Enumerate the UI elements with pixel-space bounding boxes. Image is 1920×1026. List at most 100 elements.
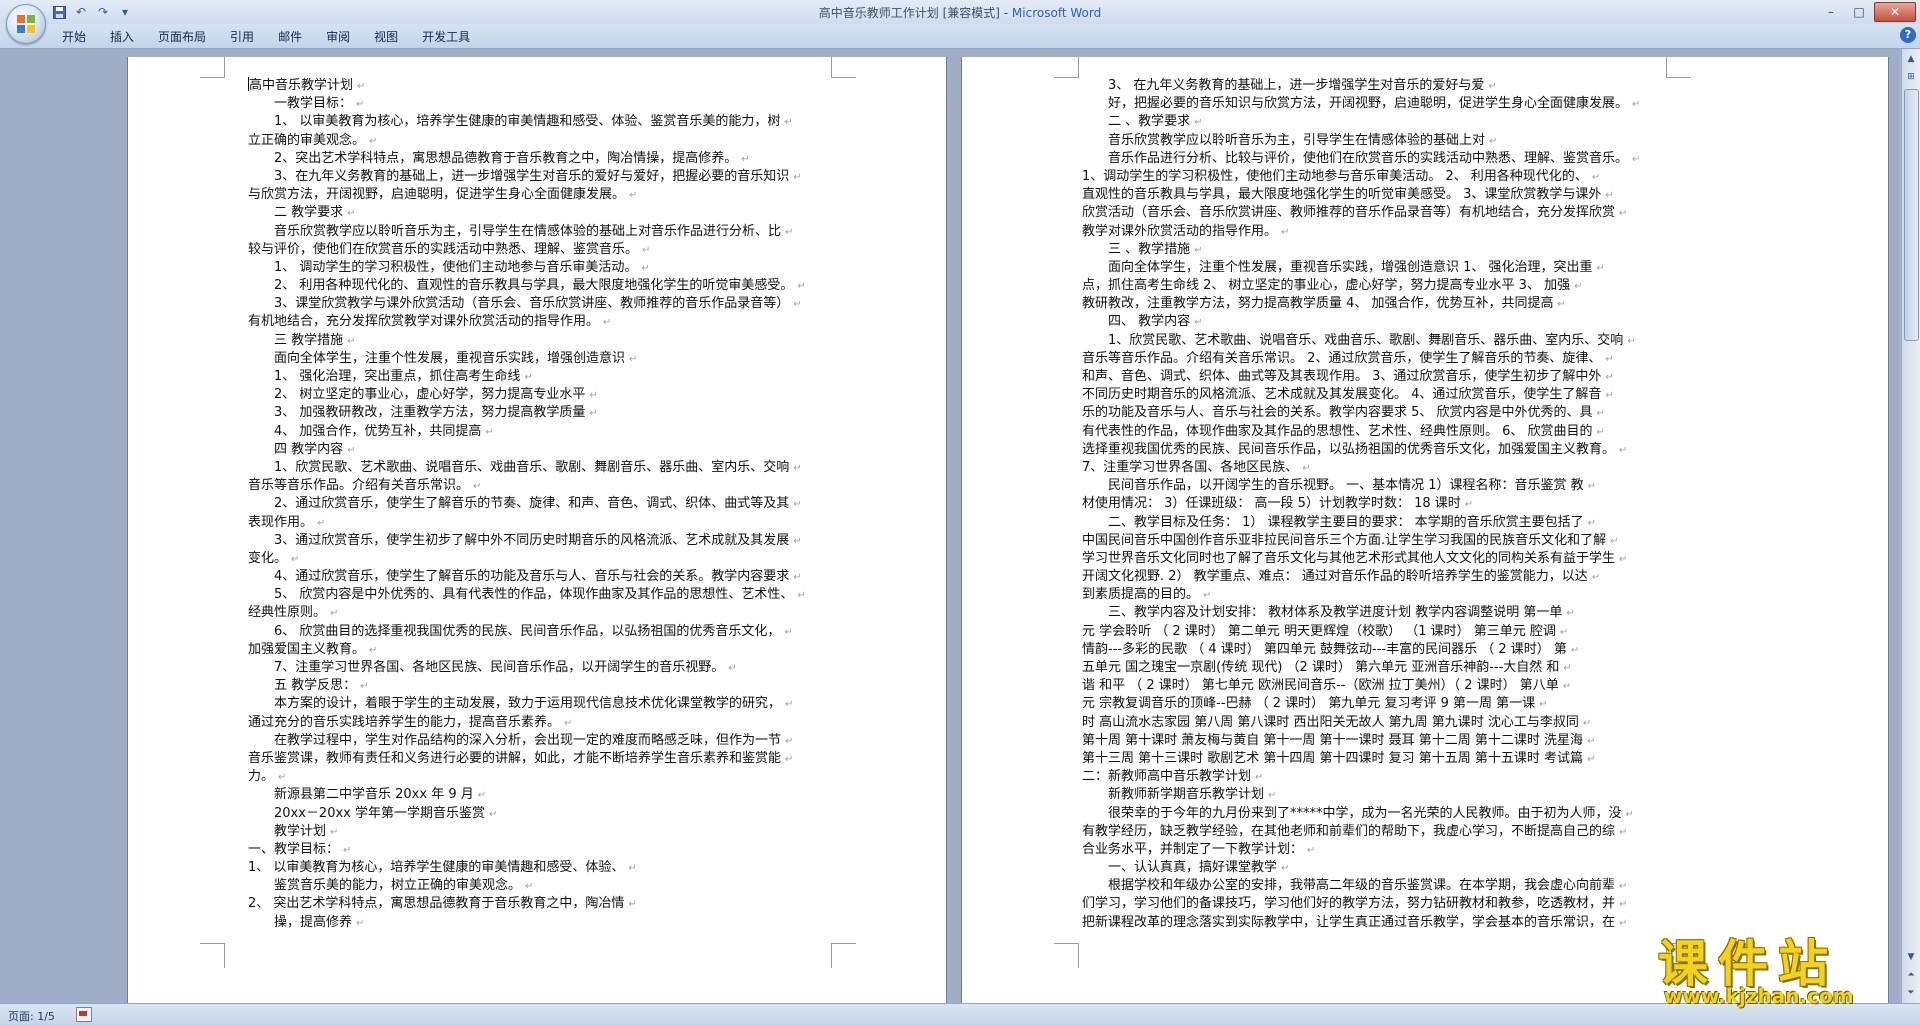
previous-page-icon[interactable]: ⏶ [1903,967,1919,983]
line-text: 很荣幸的于今年的九月份来到了*****中学，成为一名光荣的人民教师。由于初为人师… [1108,805,1622,821]
paragraph-mark-icon: ↵ [1562,681,1572,693]
line-text: 2、 突出艺术学科特点，寓思想品德教育于音乐教育之中，陶冶情 [248,896,625,912]
text-line: 直观性的音乐教具与学具，最大限度地强化学生的听觉审美感受。 3、课堂欣赏教学与课… [1082,186,1666,204]
ruler-toggle-icon[interactable]: ⊞ [1903,69,1919,85]
scroll-up-icon[interactable]: ▲ [1903,51,1919,67]
scroll-down-icon[interactable]: ▼ [1903,949,1919,965]
text-line: 谐 和平 （ 2 课时） 第七单元 欧洲民间音乐--（欧洲 拉丁美州）（ 2 课… [1082,677,1666,695]
line-text: 20xx－20xx 学年第一学期音乐鉴赏 [274,805,485,821]
tab-7[interactable]: 开发工具 [410,28,482,46]
text-line: 音乐欣赏教学应以聆听音乐为主，引导学生在情感体验的基础上对音乐作品进行分析、比 ↵ [248,223,826,241]
text-line: 1、欣赏民歌、艺术歌曲、说唱音乐、戏曲音乐、歌剧、舞剧音乐、器乐曲、室内乐、交响… [248,459,826,477]
maximize-button[interactable]: □ [1846,2,1872,22]
paragraph-mark-icon: ↵ [485,426,494,438]
paragraph-mark-icon: ↵ [347,444,356,456]
paragraph-mark-icon: ↵ [785,226,794,238]
proofing-icon[interactable] [76,1007,92,1022]
paragraph-mark-icon: ↵ [1539,699,1548,711]
page-2: 3、 在九年义务教育的基础上，进一步增强学生对音乐的爱好与爱 ↵ 好，把握必要的音乐… [962,57,1888,1003]
paragraph-mark-icon: ↵ [330,826,339,838]
line-text: 音乐等音乐作品。介绍有关音乐常识。 [248,478,470,494]
paragraph-mark-icon: ↵ [1619,444,1628,456]
text-line: 选择重视我国优秀的民族、民间音乐作品，以弘扬祖国的优秀音乐文化，加强爱国主义教育… [1082,441,1666,459]
close-button[interactable]: ✕ [1874,2,1916,22]
text-line: 表现作用。 ↵ [248,514,826,532]
text-line: 二 、教学要求 ↵ [1082,113,1666,131]
text-line: 1、 以审美教育为核心，培养学生健康的审美情趣和感受、体验、 ↵ [248,859,826,877]
paragraph-mark-icon: ↵ [1587,735,1596,747]
text-line: 1、 强化治理，突出重点，抓住高考生命线 ↵ [248,368,826,386]
tab-0[interactable]: 开始 [50,28,98,46]
minimize-button[interactable]: – [1818,2,1844,22]
text-line: 一教学目标： ↵ [248,95,826,113]
page-2-text[interactable]: 3、 在九年义务教育的基础上，进一步增强学生对音乐的爱好与爱 ↵ 好，把握必要的音乐… [1082,77,1666,932]
line-text: 教学对课外欣赏活动的指导作用。 [1082,223,1278,239]
line-text: 三、教学内容及计划安排： 教材体系及教学进度计划 教学内容调整说明 第一单 [1108,605,1563,621]
paragraph-mark-icon: ↵ [589,408,598,420]
paragraph-mark-icon: ↵ [1591,572,1601,584]
line-text: 们学习，学习他们的备课技巧，学习他们好的教学方法，努力钻研教材和教参，吃透教材，… [1082,896,1616,912]
text-line: 3、在九年义务教育的基础上，进一步增强学生对音乐的爱好与爱好，把握必要的音乐知识… [248,168,826,186]
text-line: 二：新教师高中音乐教学计划 ↵ [1082,768,1666,786]
text-line: 音乐等音乐作品。介绍有关音乐常识。 ↵ [248,477,826,495]
tab-3[interactable]: 引用 [218,28,266,46]
line-text: 有代表性的作品，体现作曲家及其作品的思想性、艺术性、经典性原则。 6、 欣赏曲目… [1082,423,1593,439]
paragraph-mark-icon: ↵ [317,517,326,529]
paragraph-mark-icon: ↵ [1605,353,1614,365]
line-text: 三 、教学措施 [1108,241,1191,257]
paragraph-mark-icon: ↵ [473,481,482,493]
line-text: 较与评价，使他们在欣赏音乐的实践活动中熟悉、理解、鉴赏音乐。 [248,241,639,257]
text-line: 二、教学目标及任务： 1） 课程教学主要目的要求： 本学期的音乐欣赏主要包括了 ↵ [1082,514,1666,532]
paragraph-mark-icon: ↵ [793,299,802,311]
next-page-icon[interactable]: ⏷ [1903,985,1919,1001]
paragraph-mark-icon: ↵ [1605,190,1614,202]
paragraph-mark-icon: ↵ [356,917,365,929]
office-button[interactable] [6,4,46,44]
line-text: 2、 树立坚定的事业心，虚心好学，努力提高专业水平 [274,387,586,403]
page-indicator[interactable]: 页面: 1/5 [8,1008,55,1024]
paragraph-mark-icon: ↵ [330,608,339,620]
line-text: 3、通过欣赏音乐，使学生初步了解中外不同历史时期音乐的风格流派、艺术成就及其发展 [274,532,790,548]
text-line: 元 学会聆听 （ 2 课时） 第二单元 明天更辉煌（校歌） （1 课时） 第三单… [1082,623,1666,641]
paragraph-mark-icon: ↵ [629,353,638,365]
text-line: 7、注重学习世界各国、各地区民族、 ↵ [1082,459,1666,477]
line-text: 经典性原则。 [248,605,327,621]
paragraph-mark-icon: ↵ [784,117,793,129]
text-line: 4、通过欣赏音乐，使学生了解音乐的功能及音乐与人、音乐与社会的关系。教学内容要求… [248,568,826,586]
help-icon[interactable]: ? [1900,27,1916,43]
page-1-text[interactable]: 高中音乐教学计划 ↵ 一教学目标： ↵ 1、 以审美教育为核心，培养学生健康的审美情趣和… [248,77,826,932]
paragraph-mark-icon: ↵ [1605,390,1614,402]
paragraph-mark-icon: ↵ [357,81,366,92]
text-line: 很荣幸的于今年的九月份来到了*****中学，成为一名光荣的人民教师。由于初为人师… [1082,805,1666,823]
paragraph-mark-icon: ↵ [1596,262,1605,274]
tab-6[interactable]: 视图 [362,28,410,46]
line-text: 元 宗教复调音乐的顶峰--巴赫 （ 2 课时） 第九单元 复习考评 9 第一周 … [1082,696,1536,712]
paragraph-mark-icon: ↵ [1489,135,1498,147]
text-line: 通过充分的音乐实践培养学生的能力，提高音乐素养。 ↵ [248,714,826,732]
text-line: 与欣赏方法，开阔视野，启迪聪明，促进学生身心全面健康发展。 ↵ [248,186,826,204]
text-line: 2、通过欣赏音乐，使学生了解音乐的节奏、旋律、和声、音色、调式、织体、曲式等及其… [248,495,826,513]
line-text: 与欣赏方法，开阔视野，启迪聪明，促进学生身心全面健康发展。 [248,187,626,203]
tab-4[interactable]: 邮件 [266,28,314,46]
scroll-thumb[interactable] [1904,89,1919,341]
paragraph-mark-icon: ↵ [1563,663,1572,674]
text-line: 加强爱国主义教育。 ↵ [248,641,826,659]
line-text: 二：新教师高中音乐教学计划 [1082,769,1252,785]
line-text: 开阔文化视野. 2） 教学重点、难点： 通过对音乐作品的聆听培养学生的鉴赏能力，… [1082,569,1588,585]
line-text: 一、教学目标： [248,841,340,857]
text-line: 学习世界音乐文化同时也了解了音乐文化与其他艺术形式其他人文文化的同构关系有益于学… [1082,550,1666,568]
vertical-scrollbar[interactable]: ▲ ⊞ ▼ ⏶ ⏷ [1901,49,1920,1003]
text-line: 面向全体学生，注重个性发展，重视音乐实践，增强创造意识 ↵ [248,350,826,368]
line-text: 点，抓住高考生命线 2、 树立坚定的事业心，虚心好学，努力提高专业水平 3、 加… [1082,278,1571,294]
text-line: 材使用情况： 3）任课班级： 高一段 5）计划教学时数： 18 课时 ↵ [1082,495,1666,513]
crop-mark [831,943,856,968]
tab-2[interactable]: 页面布局 [146,28,218,46]
tab-5[interactable]: 审阅 [314,28,362,46]
crop-mark [831,57,856,78]
text-line: 新源县第二中学音乐 20xx 年 9 月 ↵ [248,786,826,804]
paragraph-mark-icon: ↵ [785,735,794,747]
tab-1[interactable]: 插入 [98,28,146,46]
text-line: 20xx－20xx 学年第一学期音乐鉴赏 ↵ [248,805,826,823]
text-line: 鉴赏音乐美的能力，树立正确的审美观念。 ↵ [248,877,826,895]
line-text: 1、 以审美教育为核心，培养学生健康的审美情趣和感受、体验、鉴赏音乐美的能力，树 [274,114,781,130]
